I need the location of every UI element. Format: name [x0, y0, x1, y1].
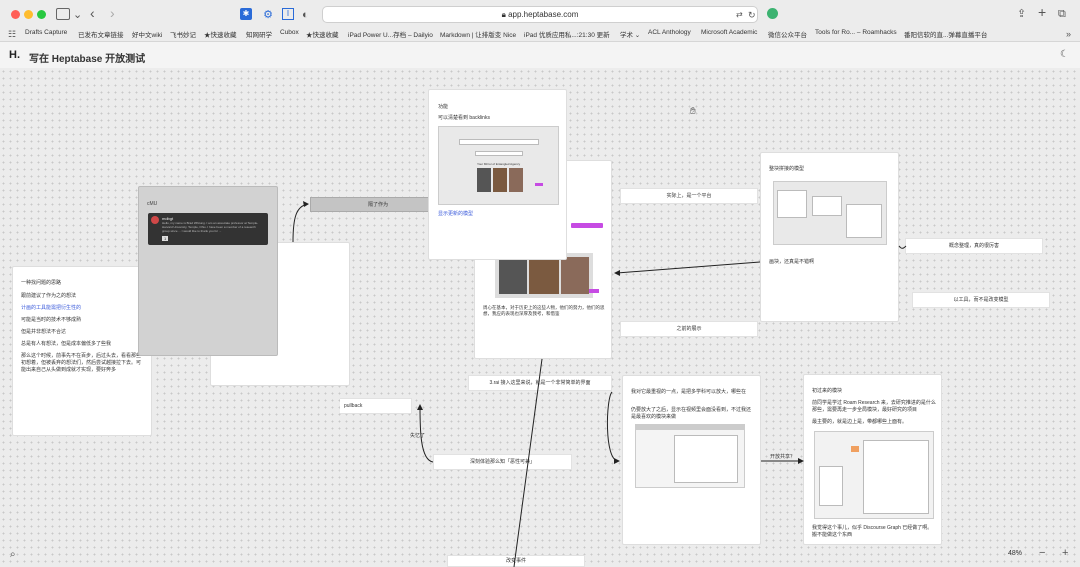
zoom-in-button[interactable]: +	[1062, 546, 1068, 560]
edge-arrow	[513, 358, 543, 567]
reload-icon[interactable]: ↻	[748, 8, 756, 22]
bookmark-item[interactable]: Cubox	[280, 29, 299, 36]
edge-arrow	[419, 405, 434, 463]
bookmark-item[interactable]: 好中文wiki	[132, 29, 162, 39]
sidebar-toggle-icon[interactable]	[56, 8, 70, 20]
bookmark-item[interactable]: ACL Anthology	[648, 29, 691, 36]
translate-icon[interactable]: ⚙	[262, 8, 274, 21]
bookmark-item[interactable]: Markdown | 让排版变 Nice	[440, 29, 516, 39]
bookmark-item[interactable]: 番阳信软的直...弹幕直播平台	[904, 29, 987, 39]
page-title[interactable]: 写在 Heptabase 开放测试	[29, 50, 145, 65]
edge-arrow	[616, 261, 761, 274]
minimize-window-button[interactable]	[24, 10, 33, 19]
dark-mode-icon[interactable]: ☾	[1060, 48, 1069, 62]
bookmark-item[interactable]: ★快速收藏	[306, 29, 339, 39]
bookmark-item[interactable]: 微信公众平台	[768, 29, 807, 39]
arrowhead	[417, 404, 423, 410]
chevron-down-icon[interactable]: ⌄	[73, 8, 82, 22]
extension-star-icon[interactable]: ✱	[240, 8, 252, 20]
edge-layer	[292, 201, 907, 567]
bookmark-item[interactable]: iPad Power U...存档 – Dailyio	[348, 29, 433, 39]
extension-green-icon[interactable]	[767, 8, 778, 19]
bookmark-item[interactable]: 知网研学	[246, 29, 272, 39]
bookmark-item[interactable]: iPad 优质应用私...:21:30 更新	[524, 29, 610, 39]
edge-arrow	[898, 245, 907, 249]
browser-toolbar: ⌄ ‹ › ✱ ⚙ I ◐ 🔒︎ app.heptabase.com ⇄ ↻ ⇪…	[0, 0, 1080, 42]
edge-arrow	[292, 203, 309, 243]
bookmark-item[interactable]: 飞书妙记	[170, 29, 196, 39]
edge-arrow	[606, 391, 619, 462]
address-bar[interactable]: 🔒︎ app.heptabase.com	[322, 6, 758, 23]
bookmarks-overflow-icon[interactable]: »	[1066, 27, 1071, 41]
url-text: app.heptabase.com	[508, 10, 579, 19]
bookmark-item[interactable]: Drafts Capture	[25, 29, 67, 36]
bookmark-item[interactable]: 学术 ⌄	[620, 29, 640, 39]
zoom-level[interactable]: 48%	[1008, 550, 1022, 558]
new-tab-icon[interactable]: +	[1038, 5, 1046, 19]
reader-icon[interactable]: I	[282, 8, 294, 20]
arrowhead	[614, 458, 620, 464]
forward-icon[interactable]: ›	[110, 6, 115, 20]
arrowhead	[798, 458, 804, 464]
hand-cursor-icon: ✋︎	[690, 106, 696, 117]
tab-overview-icon[interactable]: ⧉	[1058, 7, 1066, 21]
maximize-window-button[interactable]	[37, 10, 46, 19]
bookmark-item[interactable]: ★快速收藏	[204, 29, 237, 39]
bookmarks-grid-icon[interactable]: ☷	[8, 27, 16, 41]
share-icon[interactable]: ⇪	[1017, 7, 1026, 21]
zoom-out-button[interactable]: −	[1039, 546, 1045, 560]
bookmark-item[interactable]: 已发布文章链接	[78, 29, 124, 39]
arrowhead	[614, 270, 620, 276]
close-window-button[interactable]	[11, 10, 20, 19]
shield-icon[interactable]: ◐	[302, 8, 309, 22]
arrowhead	[303, 201, 309, 207]
bookmark-item[interactable]: Tools for Ro... – Roamhacks	[815, 29, 897, 36]
back-icon[interactable]: ‹	[90, 6, 95, 20]
bookmark-item[interactable]: Microsoft Academic	[701, 29, 757, 36]
translate-page-icon[interactable]: ⇄	[736, 8, 743, 22]
search-icon[interactable]: ⌕	[10, 548, 16, 562]
app-header: H. 写在 Heptabase 开放测试 ☾	[0, 42, 1080, 68]
app-logo[interactable]: H.	[9, 49, 20, 61]
